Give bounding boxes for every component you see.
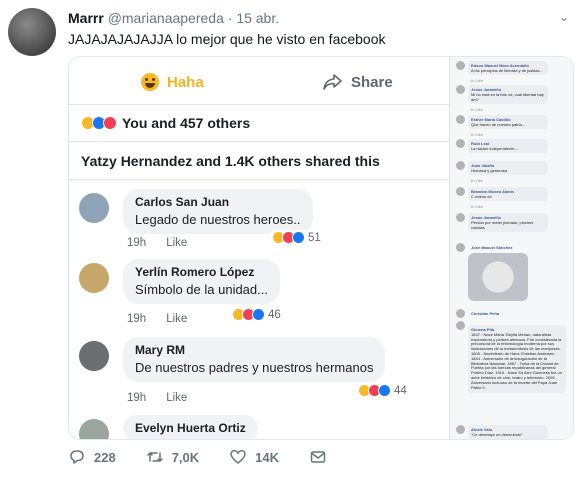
haha-button: Haha xyxy=(141,73,204,91)
facebook-post-screenshot: Haha Share You and 457 others Yatzy Hern… xyxy=(69,57,449,439)
reaction-count: 51 xyxy=(308,231,321,244)
comment-time: 19h xyxy=(127,313,147,325)
display-name[interactable]: Marrr xyxy=(68,10,104,26)
side-comment-meta: 1h Like xyxy=(470,132,483,137)
comment-reactions: 44 xyxy=(355,383,410,398)
like-count: 14K xyxy=(255,449,280,465)
side-comment-text: "Ce desmaye un desmuindo" xyxy=(471,432,523,437)
side-comment-text: Humana y generosa xyxy=(471,168,508,173)
side-avatar xyxy=(456,425,465,434)
side-comment-text: La nación independiente... xyxy=(471,146,518,151)
side-avatar xyxy=(456,115,465,124)
comment-meta: 19h Like xyxy=(127,237,187,249)
haha-label: Haha xyxy=(167,73,204,91)
tweet-header: Marrr @marianaapereda · 15 abr. xyxy=(68,10,279,26)
side-comment-text: Perdón por meter jimbado, pinches razist… xyxy=(471,220,534,230)
retweet-count: 7,0K xyxy=(171,449,200,465)
retweet-icon xyxy=(146,452,163,462)
side-comment-meta: 1h Like xyxy=(470,178,483,183)
side-comments-panel: Edson Manuel Mora Avendaño A los principi… xyxy=(449,57,573,439)
chevron-down-icon[interactable]: ⌄ xyxy=(559,10,569,24)
separator: · xyxy=(227,10,233,26)
reaction-count: 44 xyxy=(394,384,407,397)
comment-bubble: Mary RM De nuestros padres y nuestros he… xyxy=(123,337,386,382)
reply-bubble-icon xyxy=(70,450,84,464)
tweet-text: JAJAJAJAJAJJA lo mejor que he visto en f… xyxy=(68,31,386,47)
commenter-name: Yerlín Romero López xyxy=(135,265,255,279)
like-reaction-icon xyxy=(252,308,265,321)
side-comment-text: C mamo xd xyxy=(471,194,492,199)
divider xyxy=(69,141,449,142)
direct-message-button[interactable] xyxy=(309,448,327,466)
tweet-actions: 228 7,0K 14K xyxy=(68,448,357,466)
side-avatar xyxy=(456,243,465,252)
commenter-name: Evelyn Huerta Ortiz xyxy=(135,421,246,435)
commenter-avatar xyxy=(79,419,109,439)
commenter-avatar xyxy=(79,263,109,293)
comment-meta: 19h Like xyxy=(127,313,187,325)
side-avatar xyxy=(456,61,465,70)
like-reaction-icon xyxy=(378,384,391,397)
tweet-media-image[interactable]: Haha Share You and 457 others Yatzy Hern… xyxy=(68,56,574,440)
like-button[interactable]: 14K xyxy=(229,448,279,466)
side-avatar xyxy=(456,187,465,196)
comment-text: Legado de nuestros heroes.. xyxy=(135,212,301,227)
comment-time: 19h xyxy=(127,237,147,249)
cat-sticker-image xyxy=(468,253,528,301)
like-reaction-icon xyxy=(292,231,305,244)
side-comment-text: Que hacen de nuestra patria... xyxy=(471,122,526,127)
haha-emoji-icon xyxy=(141,73,159,91)
comment-bubble: Evelyn Huerta Ortiz xyxy=(123,415,258,439)
side-comment-meta: 1h Like xyxy=(470,78,483,83)
comment-reactions: 51 xyxy=(269,230,324,245)
side-comment-meta: 1h Like xyxy=(470,204,483,209)
comment-like-link: Like xyxy=(166,313,188,325)
reply-count: 228 xyxy=(94,449,116,465)
comment-text: Símbolo de la unidad... xyxy=(135,282,268,297)
reaction-bar: Haha Share xyxy=(69,63,449,105)
envelope-icon xyxy=(310,451,326,463)
commenter-name: Carlos San Juan xyxy=(135,195,230,209)
side-avatar xyxy=(456,85,465,94)
side-avatar xyxy=(456,139,465,148)
reply-button[interactable]: 228 xyxy=(68,448,116,466)
handle[interactable]: @marianaapereda xyxy=(108,10,224,26)
side-avatar xyxy=(456,309,465,318)
side-long-comment: Gimena Pita 1647 - Nace María Sibylla Me… xyxy=(468,325,566,394)
side-avatar xyxy=(456,321,465,330)
comment-time: 19h xyxy=(127,392,147,404)
tweet-date[interactable]: 15 abr. xyxy=(236,10,279,26)
comment-text: De nuestros padres y nuestros hermanos xyxy=(135,360,374,375)
side-commenter-name: José Manuel Sánchez xyxy=(471,245,513,250)
love-reaction-icon xyxy=(103,116,117,130)
heart-icon xyxy=(230,450,246,464)
side-comment-text: Mi tío está en la foto xd, cual libertad… xyxy=(471,92,544,102)
shared-summary: Yatzy Hernandez and 1.4K others shared t… xyxy=(81,153,380,169)
side-avatar xyxy=(456,213,465,222)
commenter-avatar xyxy=(79,341,109,371)
side-long-text: 1647 - Nace María Sibylla Merian, natura… xyxy=(471,331,562,390)
side-comment-text: A los principios de libertad y de justic… xyxy=(471,68,543,73)
reactions-label: You and 457 others xyxy=(122,115,251,131)
side-avatar xyxy=(456,161,465,170)
share-label: Share xyxy=(351,73,393,91)
commenter-name: Mary RM xyxy=(135,343,186,357)
comment-like-link: Like xyxy=(166,392,188,404)
share-button: Share xyxy=(323,73,393,91)
comment-bubble: Yerlín Romero López Símbolo de la unidad… xyxy=(123,259,280,304)
commenter-avatar xyxy=(79,193,109,223)
comment-like-link: Like xyxy=(166,237,188,249)
reactions-summary: You and 457 others xyxy=(81,115,250,131)
side-commenter-name: Christián Peña xyxy=(471,311,500,316)
side-comment-meta: 1h Like xyxy=(470,107,483,112)
share-arrow-icon xyxy=(323,74,342,90)
user-avatar[interactable] xyxy=(8,8,56,56)
retweet-button[interactable]: 7,0K xyxy=(146,448,199,466)
divider xyxy=(69,179,449,180)
comment-meta: 19h Like xyxy=(127,392,187,404)
comment-reactions: 46 xyxy=(229,307,284,322)
comment-bubble: Carlos San Juan Legado de nuestros heroe… xyxy=(123,189,313,234)
reaction-count: 46 xyxy=(268,308,281,321)
